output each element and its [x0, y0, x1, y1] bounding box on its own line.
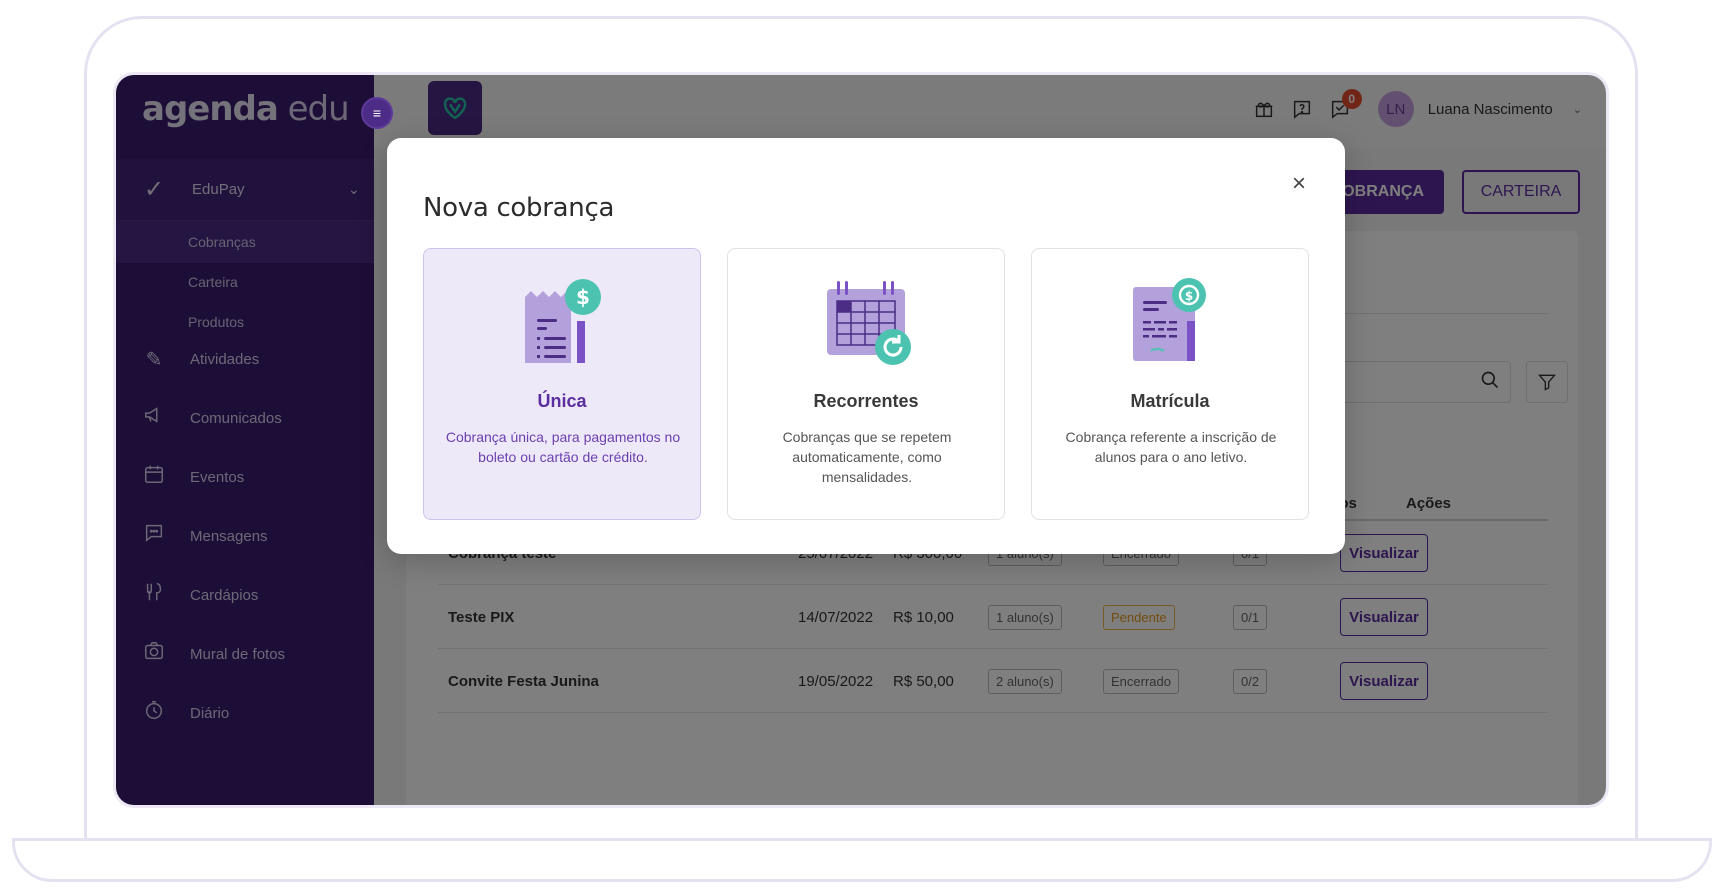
option-title: Matrícula — [1130, 391, 1210, 411]
option-title: Única — [537, 391, 587, 411]
option-description: Cobranças que se repetem automaticamente… — [782, 429, 952, 485]
svg-text:$: $ — [576, 285, 590, 309]
option-unica[interactable]: $ Única Cobrança única, para pagamentos … — [423, 248, 701, 520]
new-charge-modal: Nova cobrança × $ Única Cobrança única, … — [387, 138, 1345, 554]
sidebar-collapse-button[interactable]: ≡ — [361, 97, 393, 129]
option-description: Cobrança única, para pagamentos no bolet… — [445, 429, 681, 465]
enrollment-document-icon: $ — [1121, 275, 1221, 371]
option-description: Cobrança referente a inscrição de alunos… — [1065, 429, 1277, 465]
option-matricula[interactable]: $ Matrícula Cobrança referente a inscriç… — [1031, 248, 1309, 520]
close-icon[interactable]: × — [1287, 172, 1311, 196]
option-title: Recorrentes — [813, 391, 919, 411]
svg-text:$: $ — [1185, 289, 1193, 303]
modal-title: Nova cobrança — [423, 193, 615, 223]
calendar-repeat-icon — [817, 275, 917, 371]
laptop-base — [12, 838, 1712, 882]
receipt-dollar-icon: $ — [513, 275, 613, 371]
option-recorrentes[interactable]: Recorrentes Cobranças que se repetem aut… — [727, 248, 1005, 520]
